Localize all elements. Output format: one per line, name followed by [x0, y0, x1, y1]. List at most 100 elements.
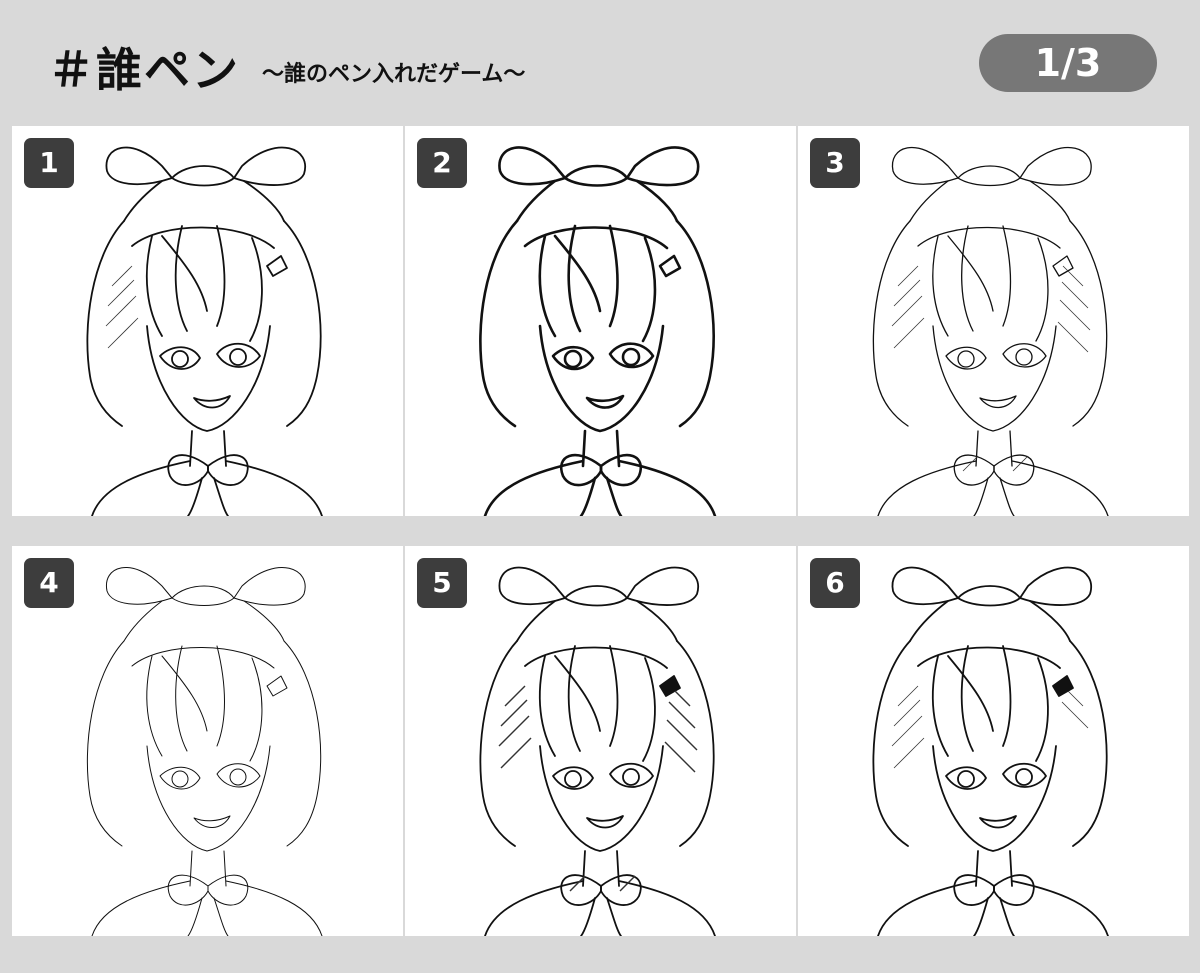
line-stroke [553, 234, 602, 313]
line-stroke [145, 235, 163, 337]
hatching-stroke [1062, 265, 1084, 287]
line-stroke [283, 640, 322, 847]
drawing-panel-6[interactable]: 6 [798, 546, 1189, 936]
line-stroke [243, 600, 285, 642]
line-stroke [932, 325, 1057, 432]
hatching-stroke [498, 715, 530, 747]
line-stroke [675, 219, 715, 428]
line-stroke [193, 395, 231, 409]
line-stroke [1035, 657, 1049, 762]
line-stroke [585, 394, 625, 409]
line-stroke [146, 325, 271, 432]
comparison-sheet: ＃誰ペン 〜誰のペン入れだゲーム〜 1/3 1 2 3 4 5 6 [0, 0, 1200, 973]
line-stroke [1011, 460, 1109, 516]
line-stroke [225, 880, 323, 936]
line-stroke [608, 342, 655, 369]
line-stroke [917, 226, 1061, 249]
line-stroke [229, 348, 247, 366]
line-stroke [635, 179, 679, 223]
line-stroke [538, 324, 665, 433]
line-stroke [193, 815, 231, 828]
page-subtitle: 〜誰のペン入れだゲーム〜 [262, 62, 526, 87]
drawing-panel-4[interactable]: 4 [12, 546, 403, 936]
line-stroke [538, 655, 556, 757]
line-stroke [161, 655, 208, 732]
line-stroke [1011, 880, 1109, 936]
line-stroke [608, 224, 619, 328]
hatching-stroke [107, 317, 139, 349]
line-stroke [957, 770, 975, 788]
hatching-stroke [664, 741, 696, 773]
line-stroke [187, 897, 203, 936]
line-stroke [564, 585, 628, 607]
line-stroke [86, 220, 125, 427]
line-stroke [1002, 343, 1047, 368]
line-stroke [622, 768, 640, 786]
line-stroke [146, 655, 163, 757]
line-stroke [516, 600, 556, 642]
drawing-panel-5[interactable]: 5 [405, 546, 796, 936]
hatching-stroke [500, 737, 532, 769]
line-stroke [515, 179, 557, 223]
line-stroke [1069, 220, 1108, 427]
line-stroke [909, 600, 949, 642]
line-stroke [484, 880, 584, 936]
drawing-panel-3[interactable]: 3 [798, 126, 1189, 516]
line-stroke [249, 237, 263, 342]
line-stroke [877, 880, 977, 936]
line-stroke [877, 460, 977, 516]
hatching-stroke [1057, 321, 1089, 353]
line-stroke [479, 640, 518, 847]
line-stroke [609, 645, 619, 747]
line-stroke [1002, 225, 1012, 327]
hatching-stroke [504, 685, 526, 707]
line-stroke [171, 165, 235, 187]
line-stroke [174, 225, 188, 332]
line-stroke [621, 347, 641, 367]
line-stroke [947, 235, 994, 312]
line-stroke [91, 880, 191, 936]
line-stroke [563, 349, 583, 369]
line-stroke [1035, 237, 1049, 342]
line-stroke [979, 395, 1017, 409]
hatching-stroke [1061, 701, 1089, 729]
panel-number-badge: 2 [417, 138, 467, 188]
line-stroke [213, 897, 229, 936]
line-stroke [931, 655, 949, 757]
line-stroke [1019, 566, 1093, 606]
line-stroke [642, 657, 656, 762]
hatching-stroke [897, 685, 919, 707]
line-stroke [167, 874, 209, 906]
line-stroke [233, 567, 306, 606]
line-stroke [249, 657, 263, 762]
line-stroke [636, 600, 678, 642]
panel-number-badge: 1 [24, 138, 74, 188]
drawing-panel-2[interactable]: 2 [405, 126, 796, 516]
line-stroke [146, 745, 271, 852]
line-stroke [567, 645, 581, 752]
line-stroke [123, 600, 163, 642]
line-stroke [932, 235, 949, 337]
line-stroke [554, 655, 601, 732]
line-stroke [618, 880, 716, 936]
line-stroke [567, 224, 582, 333]
drawing-panel-1[interactable]: 1 [12, 126, 403, 516]
line-stroke [161, 235, 208, 312]
hatching-stroke [111, 265, 133, 287]
hatching-stroke [893, 737, 925, 769]
line-stroke [479, 219, 519, 428]
line-stroke [960, 645, 974, 752]
line-stroke [233, 146, 307, 186]
line-stroke [1029, 600, 1071, 642]
line-stroke [676, 640, 715, 847]
line-stroke [961, 225, 974, 332]
line-stroke [872, 220, 911, 427]
hatching-stroke [897, 265, 919, 287]
hatching-stroke [891, 295, 923, 327]
line-stroke [171, 585, 235, 606]
line-stroke [891, 146, 959, 185]
line-stroke [498, 566, 566, 606]
line-stroke [106, 567, 173, 605]
page-title: ＃誰ペン [48, 43, 240, 97]
hatching-stroke [893, 317, 925, 349]
